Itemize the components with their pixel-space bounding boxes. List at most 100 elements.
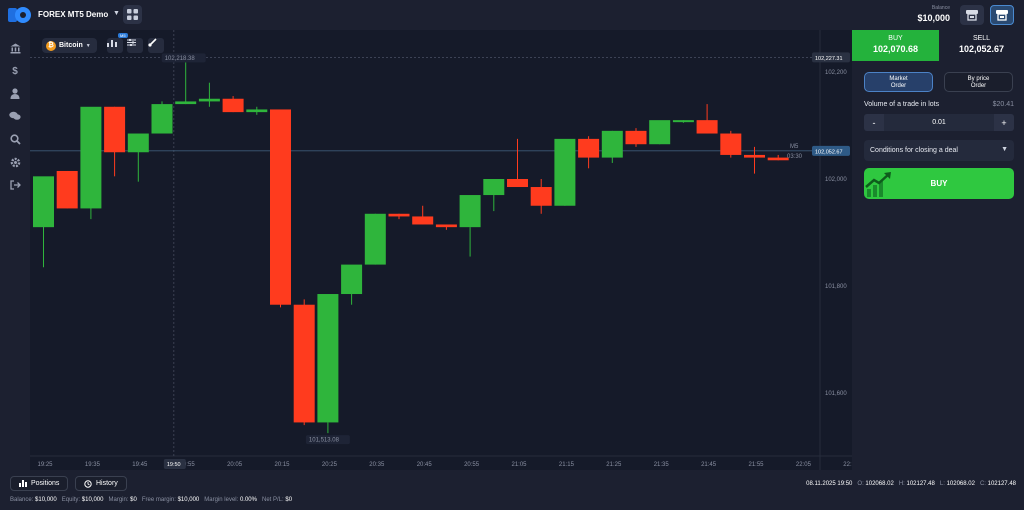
withdraw-button[interactable] — [990, 5, 1014, 25]
decrease-lots-button[interactable]: - — [864, 114, 884, 131]
history-icon — [84, 479, 92, 488]
bottom-bar: Positions History 08.11.2025 19:50 O: 10… — [0, 470, 1024, 510]
symbol-name: Bitcoin — [59, 42, 83, 49]
ohlc-readout: 08.11.2025 19:50 O: 102068.02 H: 102127.… — [806, 481, 1016, 487]
stat-net-pl-value: $0 — [285, 497, 293, 503]
left-rail: $ — [0, 30, 30, 470]
lots-input[interactable] — [884, 114, 994, 131]
crosshair-time-text: 19:50 — [167, 462, 181, 468]
lots-stepper: - + — [864, 114, 1014, 131]
history-tab[interactable]: History — [75, 476, 127, 491]
market-order-button[interactable]: Market Order — [864, 72, 933, 92]
candle-body — [270, 109, 291, 305]
candle-body — [56, 170, 78, 209]
x-tick-label: 20:05 — [227, 462, 243, 468]
x-tick-label: 20:55 — [464, 462, 480, 468]
history-label: History — [96, 480, 118, 487]
stat-balance-value: $10,000 — [35, 497, 57, 503]
rail-profile-button[interactable] — [7, 85, 23, 101]
buy-tab-label: BUY — [888, 35, 903, 42]
account-name[interactable]: FOREX MT5 Demo — [38, 10, 108, 19]
x-tick-label: 19:35 — [85, 462, 101, 468]
candle-body — [483, 179, 505, 196]
candlestick-chart[interactable]: 102,200 102,000 101,800 101,600 19:25 19:35 19… — [30, 30, 852, 470]
rail-dollar-icon[interactable]: $ — [7, 63, 23, 79]
by-price-order-button[interactable]: By price Order — [944, 72, 1013, 92]
x-tick-label: 20:15 — [275, 462, 291, 468]
account-caret-icon[interactable]: ▼ — [113, 10, 120, 17]
candle-body — [696, 120, 718, 134]
price-chart[interactable]: 102,200 102,000 101,800 101,600 19:25 19:35 19… — [30, 30, 852, 470]
market-order-line2: Order — [890, 83, 907, 89]
timeframe-button[interactable] — [107, 38, 123, 53]
stat-equity-value: $10,000 — [81, 497, 104, 503]
buy-button[interactable]: BUY — [864, 168, 1014, 199]
grid-icon — [127, 9, 138, 20]
candle-body — [317, 294, 339, 423]
bitcoin-icon: ₿ — [46, 40, 56, 51]
gear-icon — [10, 157, 20, 167]
x-tick-label: 22:15 — [843, 462, 852, 468]
brush-icon — [148, 38, 157, 47]
candle-body — [388, 213, 410, 217]
candle-body — [672, 120, 694, 123]
trade-panel: BUY 102,070.68 SELL 102,052.67 Market Or… — [852, 30, 1024, 470]
indicators-button[interactable] — [127, 38, 143, 53]
candle-body — [198, 98, 220, 102]
candle-body — [80, 106, 102, 209]
rail-bank-button[interactable] — [7, 40, 23, 56]
buy-tab[interactable]: BUY 102,070.68 — [852, 30, 939, 61]
rail-settings-button[interactable] — [7, 154, 23, 170]
positions-label: Positions — [31, 480, 60, 487]
closing-conditions-dropdown[interactable]: Conditions for closing a deal ▼ — [864, 140, 1014, 161]
countdown-label: 03:30 — [787, 154, 803, 160]
y-tick-label: 102,200 — [825, 70, 847, 76]
x-tick-label: 20:25 — [322, 462, 338, 468]
symbol-selector[interactable]: ₿ Bitcoin ▼ — [42, 38, 97, 53]
close-value: 102127.48 — [987, 481, 1016, 487]
candle-body — [127, 133, 149, 153]
candle-body — [767, 157, 789, 161]
trend-up-icon — [865, 172, 891, 197]
bank-icon — [10, 43, 20, 53]
x-tick-label: 21:45 — [701, 462, 717, 468]
rail-chat-button[interactable] — [7, 108, 23, 124]
y-tick-label: 101,600 — [825, 391, 847, 397]
candle-body — [649, 120, 671, 145]
low-value: 102068.02 — [946, 481, 975, 487]
market-order-line1: Market — [889, 76, 908, 82]
sell-price: 102,052.67 — [958, 44, 1005, 54]
bar-chart-icon — [19, 480, 27, 487]
stat-equity-key: Equity: — [61, 497, 81, 503]
balance-value: $10,000 — [917, 13, 950, 23]
stat-margin-level-key: Margin level: — [204, 497, 239, 503]
positions-tab[interactable]: Positions — [10, 476, 69, 491]
apps-grid-button[interactable] — [123, 5, 142, 24]
by-price-line1: By price — [967, 76, 990, 82]
volume-amount: $20.41 — [992, 101, 1014, 108]
rail-search-button[interactable] — [7, 131, 23, 147]
candle-body — [222, 98, 244, 113]
stat-margin-level-value: 0.00% — [239, 497, 257, 503]
candle-body — [364, 213, 386, 265]
stat-free-margin-key: Free margin: — [141, 497, 176, 503]
rail-logout-button[interactable] — [7, 177, 23, 193]
stat-free-margin-value: $10,000 — [177, 497, 200, 503]
candle-body — [33, 176, 54, 228]
candle-body — [175, 101, 197, 105]
x-tick-label: 21:05 — [512, 462, 528, 468]
y-tick-label: 102,000 — [825, 177, 847, 183]
stat-margin-key: Margin: — [108, 497, 129, 503]
crosshair-price-text: 102,227.31 — [815, 56, 843, 62]
bar-datetime: 08.11.2025 19:50 — [806, 481, 853, 487]
candle-body — [507, 179, 528, 188]
sell-tab[interactable]: SELL 102,052.67 — [939, 30, 1024, 61]
deposit-button[interactable] — [960, 5, 984, 25]
drawing-tools-button[interactable] — [148, 38, 164, 53]
candle-body — [744, 154, 765, 158]
volume-label: Volume of a trade in lots — [864, 101, 940, 108]
app-logo[interactable] — [8, 6, 32, 24]
candle-body — [720, 133, 742, 155]
increase-lots-button[interactable]: + — [994, 114, 1014, 131]
stat-net-pl-key: Net P/L: — [262, 497, 284, 503]
